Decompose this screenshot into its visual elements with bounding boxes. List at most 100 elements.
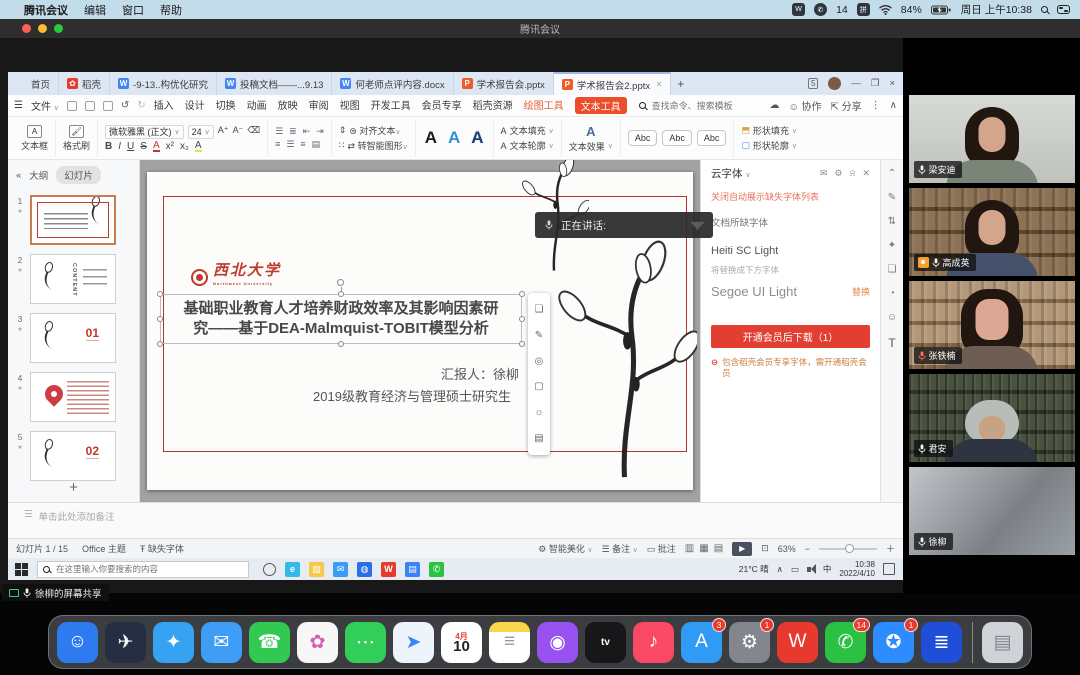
shape-fill-button[interactable]: ⬒形状填充∨ bbox=[741, 124, 797, 137]
shape-style-3[interactable]: Abc bbox=[697, 130, 727, 146]
action-center-icon[interactable] bbox=[883, 563, 895, 575]
reading-view-icon[interactable]: ▤ bbox=[714, 543, 723, 554]
font-name-select[interactable]: 微软雅黑 (正文)∨ bbox=[105, 125, 184, 139]
zoom-percent[interactable]: 63% bbox=[778, 544, 796, 554]
bold-button[interactable]: B bbox=[105, 141, 112, 152]
menubar-item[interactable]: 窗口 bbox=[122, 2, 144, 18]
minimize-window-button[interactable] bbox=[38, 24, 47, 33]
ribbon-menu-item[interactable]: 视图 bbox=[340, 97, 360, 114]
italic-button[interactable]: I bbox=[118, 141, 121, 152]
text-effect-tool[interactable]: A 文本效果∨ bbox=[562, 119, 621, 157]
spotlight-search-icon[interactable] bbox=[1041, 6, 1048, 13]
notes-pane[interactable]: ☰ 单击此处添加备注 bbox=[8, 502, 903, 538]
dock-item[interactable]: ☺ bbox=[57, 622, 98, 663]
dock-app-icon[interactable]: 4月10 bbox=[441, 622, 482, 663]
clear-format-icon[interactable]: ⌫ bbox=[247, 125, 260, 139]
edit-pen-icon[interactable]: ✎ bbox=[888, 192, 896, 203]
resize-handle[interactable] bbox=[519, 316, 525, 322]
file-menu[interactable]: 文件 ∨ bbox=[31, 98, 59, 113]
subscript-button[interactable]: x₂ bbox=[180, 141, 189, 152]
sticker-icon[interactable]: ☺ bbox=[887, 312, 897, 323]
dock-app-icon[interactable]: tv bbox=[585, 622, 626, 663]
wordart-style-1[interactable]: A bbox=[423, 128, 439, 148]
format-painter-tool[interactable]: 🖌 格式刷 bbox=[56, 119, 98, 157]
align-right-icon[interactable]: ≡ bbox=[300, 139, 305, 150]
scroll-up-icon[interactable]: ⌃ bbox=[888, 168, 896, 179]
screen-share-pill[interactable]: 徐柳的屏幕共享 bbox=[2, 584, 109, 601]
ribbon-menu-item[interactable]: 切换 bbox=[216, 97, 236, 114]
ribbon-menu-item[interactable]: 放映 bbox=[278, 97, 298, 114]
undo-icon[interactable]: ↺ bbox=[121, 100, 129, 111]
ribbon-menu-item[interactable]: 开发工具 bbox=[371, 97, 411, 114]
participant-video[interactable]: ☻ 高成英 bbox=[909, 188, 1075, 276]
tab-close-icon[interactable]: × bbox=[656, 79, 662, 90]
zoom-out-button[interactable]: − bbox=[805, 544, 810, 554]
font-panel-title[interactable]: 云字体 ∨ bbox=[711, 166, 751, 181]
cloud-sync-icon[interactable]: ☁ bbox=[770, 100, 780, 111]
control-center-icon[interactable] bbox=[1057, 5, 1070, 14]
collapse-panel-icon[interactable]: « bbox=[16, 170, 21, 181]
slide-thumbnail-row[interactable]: 3★ 01 bbox=[14, 313, 135, 363]
weather-status[interactable]: 21°C 晴 bbox=[739, 563, 769, 575]
dock-item[interactable]: ➤ bbox=[393, 622, 434, 663]
bullet-list-icon[interactable]: ☰ bbox=[275, 126, 283, 137]
ribbon-menu-item[interactable]: 绘图工具 bbox=[524, 97, 564, 114]
shape-style-1[interactable]: Abc bbox=[628, 130, 658, 146]
bell-icon[interactable]: ⍾ bbox=[849, 168, 855, 179]
dock-item[interactable]: ✦ bbox=[153, 622, 194, 663]
dock-item[interactable]: ⚙ 1 bbox=[729, 622, 770, 663]
text-fill-button[interactable]: A文本填充∨ bbox=[501, 124, 554, 137]
account-avatar[interactable] bbox=[828, 77, 841, 90]
ribbon-menu-item[interactable]: 审阅 bbox=[309, 97, 329, 114]
export-icon[interactable] bbox=[85, 101, 95, 111]
menubar-item[interactable]: 腾讯会议 bbox=[24, 2, 68, 18]
underline-button[interactable]: U bbox=[127, 141, 134, 152]
sort-icon[interactable]: ⇅ bbox=[888, 216, 896, 227]
dock-app-icon[interactable]: ✈ bbox=[105, 622, 146, 663]
dock-app-icon[interactable]: ≡ bbox=[489, 622, 530, 663]
document-tab[interactable]: P 学术报告会2.pptx × bbox=[554, 72, 671, 95]
hamburger-icon[interactable]: ☰ bbox=[14, 100, 23, 111]
menubar-clock[interactable]: 周日 上午10:38 bbox=[961, 2, 1032, 17]
dock-item[interactable]: ⋯ bbox=[345, 622, 386, 663]
ime-indicator[interactable]: 中 bbox=[823, 563, 832, 575]
share-button[interactable]: ⇱ 分享 bbox=[831, 98, 862, 113]
stamp-icon[interactable]: ◎ bbox=[535, 356, 544, 367]
tray-expand-icon[interactable]: ∧ bbox=[777, 564, 783, 575]
taskbar-app-icon[interactable]: ✆ bbox=[429, 562, 444, 577]
collapse-ribbon-icon[interactable]: ∧ bbox=[890, 100, 897, 111]
dock-item[interactable]: W bbox=[777, 622, 818, 663]
effects-icon[interactable]: ✦ bbox=[888, 240, 896, 251]
dock-app-icon[interactable]: W bbox=[777, 622, 818, 663]
taskbar-app-icon[interactable] bbox=[263, 563, 276, 576]
gear-icon[interactable]: ⚙ bbox=[834, 168, 842, 179]
resize-handle[interactable] bbox=[338, 341, 344, 347]
dock-app-icon[interactable]: ▤ bbox=[982, 622, 1023, 663]
document-tab[interactable]: W 投稿文档——...9.13 bbox=[217, 72, 332, 95]
dock-item[interactable]: ▤ bbox=[972, 622, 1023, 663]
align-left-icon[interactable]: ≡ bbox=[275, 139, 280, 150]
taskbar-app-icon[interactable]: ◍ bbox=[357, 562, 372, 577]
note-icon[interactable]: ▤ bbox=[534, 433, 543, 444]
strikethrough-button[interactable]: S bbox=[140, 141, 147, 152]
dock-app-icon[interactable]: ✦ bbox=[153, 622, 194, 663]
shape-icon[interactable]: ▢ bbox=[534, 381, 543, 392]
slide-thumbnail-row[interactable]: 4★ bbox=[14, 372, 135, 422]
replacement-font-name[interactable]: Segoe UI Light bbox=[711, 284, 797, 299]
resize-handle[interactable] bbox=[519, 341, 525, 347]
zoom-in-button[interactable]: ＋ bbox=[886, 542, 895, 555]
textbox-tool[interactable]: A 文本框 bbox=[14, 119, 56, 157]
tab-outline[interactable]: 大纲 bbox=[29, 168, 48, 182]
dock-item[interactable]: ◉ bbox=[537, 622, 578, 663]
ribbon-menu-item[interactable]: 稻壳资源 bbox=[473, 97, 513, 114]
participant-video[interactable]: ☻ 张铁楠 bbox=[909, 281, 1075, 369]
dock-item[interactable]: ♪ bbox=[633, 622, 674, 663]
redo-icon[interactable]: ↻ bbox=[137, 100, 145, 111]
number-list-icon[interactable]: ≣ bbox=[289, 126, 297, 137]
idea-icon[interactable]: ☼ bbox=[534, 407, 543, 418]
dock-item[interactable]: ≡ bbox=[489, 622, 530, 663]
smart-graphic-button[interactable]: ⇄ 转智能图形∨ bbox=[348, 139, 408, 152]
slide-thumbnail[interactable] bbox=[30, 372, 116, 422]
ribbon-menu-item[interactable]: 动画 bbox=[247, 97, 267, 114]
dock-app-icon[interactable]: ≣ bbox=[921, 622, 962, 663]
